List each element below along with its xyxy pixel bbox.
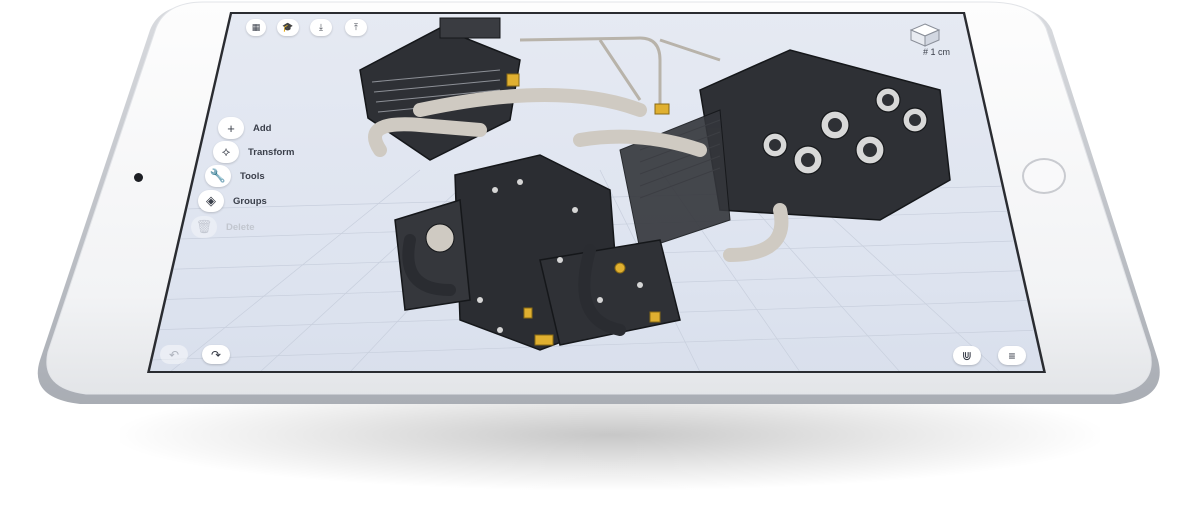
plus-icon: + [218,117,244,139]
snap-button[interactable]: ⋓ [953,346,981,365]
graduation-cap-icon: 🎓 [282,22,294,32]
options-button[interactable]: ≡ [998,346,1026,365]
grid-button[interactable]: ▦ [246,19,266,36]
upper-cylinder [359,17,521,161]
learn-button[interactable]: 🎓 [277,19,299,36]
list-icon: ≡ [1008,348,1016,363]
menu-add-label: Add [253,122,272,134]
menu-tools-label: Tools [240,170,265,182]
wrench-icon: 🔧 [205,165,231,187]
menu-add[interactable]: + Add [218,117,271,139]
menu-delete-label: Delete [226,221,255,233]
magnet-icon: ⋓ [961,348,973,363]
transform-icon: ⟡ [213,141,239,163]
front-camera [134,173,143,182]
import-button[interactable]: ⤓ [310,19,332,36]
grid-icon: ▦ [251,22,261,32]
export-button[interactable]: ⤒ [345,19,367,36]
home-button[interactable] [1022,158,1066,194]
export-icon: ⤒ [354,22,358,32]
redo-icon: ↷ [210,347,222,362]
undo-icon: ↶ [168,347,180,362]
menu-groups-label: Groups [233,195,267,207]
menu-transform-label: Transform [248,146,295,158]
menu-transform[interactable]: ⟡ Transform [213,141,294,163]
layers-icon: ◈ [198,190,224,212]
import-icon: ⤓ [319,22,323,32]
menu-tools[interactable]: 🔧 Tools [205,165,265,187]
redo-button[interactable]: ↷ [202,345,230,364]
trash-icon: 🗑 [191,216,217,238]
undo-button[interactable]: ↶ [160,345,188,364]
menu-groups[interactable]: ◈ Groups [198,190,267,212]
grid-scale-label: # 1 cm [923,47,951,57]
view-cube-icon[interactable] [908,22,942,48]
menu-delete[interactable]: 🗑 Delete [191,216,255,238]
